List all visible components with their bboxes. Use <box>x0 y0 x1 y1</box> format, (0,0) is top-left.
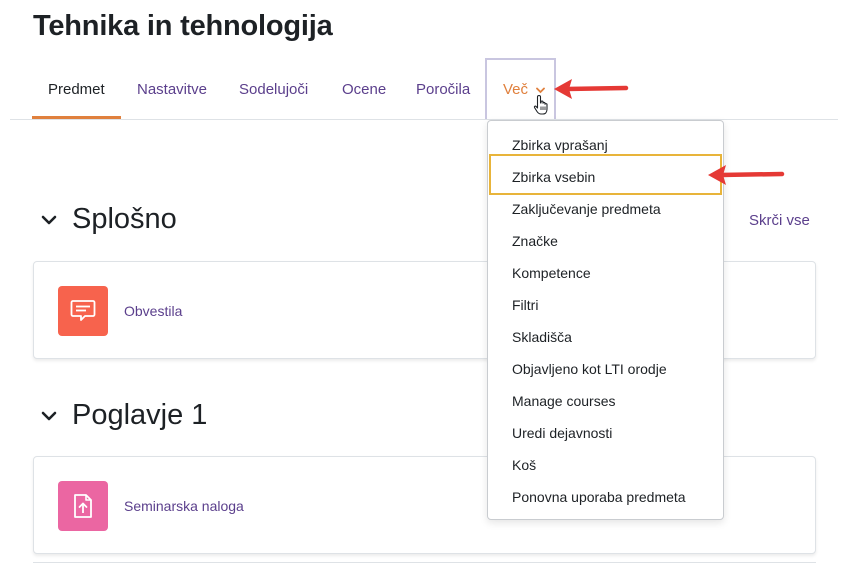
menu-item-edit-activities[interactable]: Uredi dejavnosti <box>512 425 612 441</box>
section-title: Splošno <box>72 203 177 235</box>
activity-link[interactable]: Seminarska naloga <box>124 498 244 514</box>
collapse-all-link[interactable]: Skrči vse <box>749 212 810 229</box>
menu-item-question-bank[interactable]: Zbirka vprašanj <box>512 137 608 153</box>
menu-item-manage-courses[interactable]: Manage courses <box>512 393 616 409</box>
chevron-down-icon <box>536 87 546 93</box>
tab-participants[interactable]: Sodelujoči <box>239 81 308 98</box>
menu-item-competencies[interactable]: Kompetence <box>512 265 591 281</box>
tab-reports[interactable]: Poročila <box>416 81 470 98</box>
section-header-general[interactable]: Splošno <box>40 203 177 236</box>
annotation-arrow-icon <box>554 79 629 99</box>
tab-course[interactable]: Predmet <box>48 81 105 98</box>
menu-item-badges[interactable]: Značke <box>512 233 558 249</box>
tab-grades[interactable]: Ocene <box>342 81 386 98</box>
divider <box>33 562 816 563</box>
tab-settings[interactable]: Nastavitve <box>137 81 207 98</box>
forum-icon[interactable] <box>58 286 108 336</box>
assignment-upload-icon[interactable] <box>58 481 108 531</box>
section-title: Poglavje 1 <box>72 399 208 431</box>
page-title: Tehnika in tehnologija <box>33 10 333 42</box>
section-header-chapter-1[interactable]: Poglavje 1 <box>40 399 207 432</box>
menu-item-lti-published[interactable]: Objavljeno kot LTI orodje <box>512 361 667 377</box>
chevron-down-icon[interactable] <box>40 407 58 425</box>
menu-item-filters[interactable]: Filtri <box>512 297 538 313</box>
menu-item-course-completion[interactable]: Zaključevanje predmeta <box>512 201 661 217</box>
menu-item-course-reuse[interactable]: Ponovna uporaba predmeta <box>512 489 686 505</box>
hand-cursor-icon <box>533 94 548 115</box>
menu-item-repositories[interactable]: Skladišča <box>512 329 572 345</box>
annotation-arrow-icon <box>708 165 785 185</box>
chevron-down-icon[interactable] <box>40 211 58 229</box>
tab-more-label: Več <box>503 81 529 98</box>
highlight-box <box>489 154 722 195</box>
activity-link[interactable]: Obvestila <box>124 303 182 319</box>
menu-item-recycle-bin[interactable]: Koš <box>512 457 536 473</box>
